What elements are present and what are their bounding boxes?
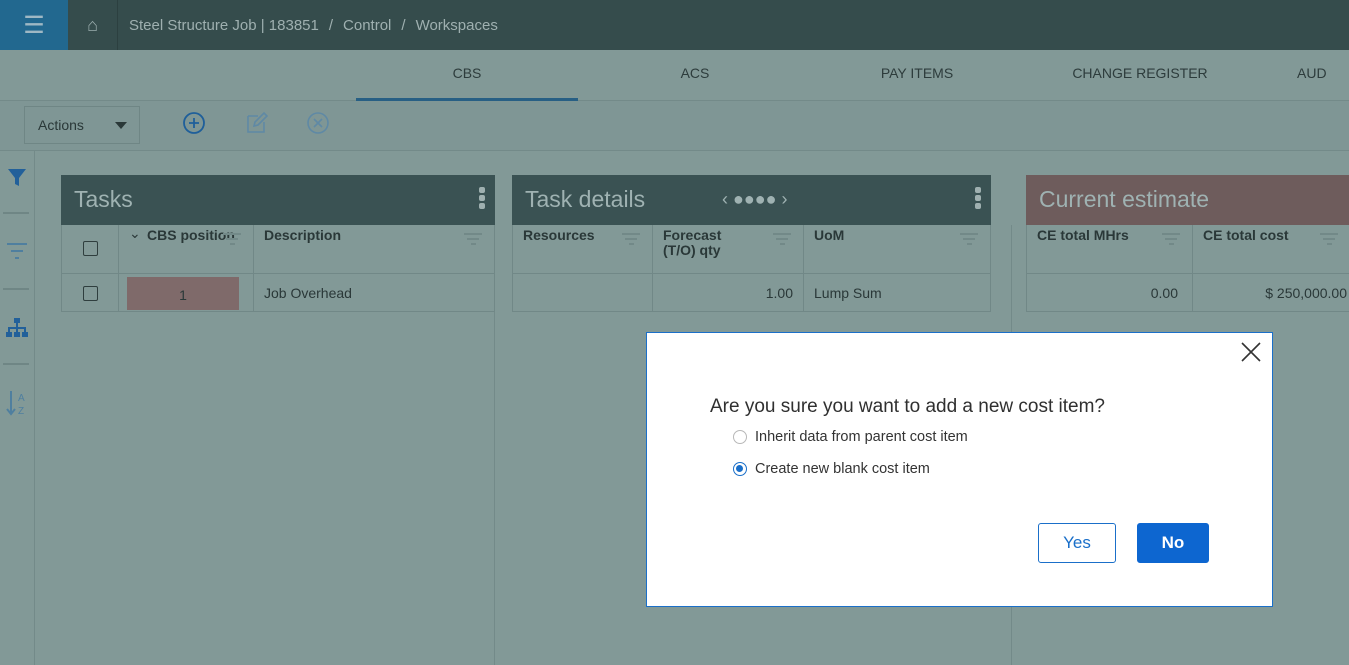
tasks-panel: Tasks ⌄ CBS position 1 Description Job Ov… (61, 175, 495, 312)
tab-audit[interactable]: AUD (1250, 50, 1349, 101)
actions-dropdown[interactable]: Actions (24, 106, 140, 144)
radio-create-blank[interactable] (733, 462, 747, 476)
home-button[interactable]: ⌂ (68, 0, 118, 50)
uom-cell[interactable]: Lump Sum (804, 274, 990, 312)
filter-icon[interactable] (622, 233, 640, 248)
filter-icon[interactable] (1320, 233, 1338, 248)
breadcrumb-separator: / (401, 16, 406, 34)
description-cell[interactable]: Job Overhead (254, 274, 494, 312)
ce-total-mhrs-cell[interactable]: 0.00 (1027, 274, 1192, 312)
filter-icon[interactable] (464, 233, 482, 248)
breadcrumb-workspaces[interactable]: Workspaces (416, 17, 498, 34)
svg-text:A: A (18, 393, 25, 404)
column-header-description[interactable]: Description (254, 225, 494, 274)
forecast-qty-cell[interactable]: 1.00 (653, 274, 803, 312)
tab-change-register[interactable]: CHANGE REGISTER (1029, 50, 1251, 101)
toolbar: Actions (0, 101, 1349, 151)
panel-title: Tasks (74, 186, 133, 212)
actions-label: Actions (38, 117, 84, 133)
filter-icon[interactable] (5, 166, 29, 190)
radio-inherit[interactable] (733, 430, 747, 444)
row-checkbox[interactable] (82, 286, 98, 301)
tab-acs[interactable]: ACS (584, 50, 806, 101)
breadcrumb-job[interactable]: Steel Structure Job | 183851 (129, 17, 319, 34)
breadcrumb: Steel Structure Job | 183851 / Control /… (118, 17, 498, 34)
tab-cbs[interactable]: CBS (356, 50, 578, 101)
more-icon[interactable] (975, 187, 981, 211)
menu-button[interactable]: ☰ (0, 0, 68, 50)
panel-header: Task details ‹ ●●●● › (512, 175, 991, 225)
current-estimate-panel: Current estimate CE total MHrs 0.00 CE t… (1026, 175, 1349, 312)
option-create-blank[interactable]: Create new blank cost item (733, 461, 930, 477)
close-icon[interactable] (1240, 341, 1262, 363)
pager[interactable]: ‹ ●●●● › (722, 175, 787, 223)
side-toolbar: AZ (0, 151, 35, 665)
panel-header: Tasks (61, 175, 495, 225)
filter-icon[interactable] (1162, 233, 1180, 248)
confirm-dialog: Are you sure you want to add a new cost … (646, 332, 1273, 607)
filter-lines-icon[interactable] (5, 239, 29, 263)
column-header-ce-total-cost[interactable]: CE total cost (1193, 225, 1349, 274)
svg-text:Z: Z (18, 406, 24, 417)
cbs-position-cell[interactable]: 1 (127, 277, 239, 310)
yes-button[interactable]: Yes (1038, 523, 1116, 563)
column-header-cbs-position[interactable]: ⌄ CBS position (119, 225, 253, 274)
collapse-icon[interactable]: ⌄ (129, 226, 141, 241)
select-all-checkbox[interactable] (82, 241, 98, 256)
task-details-panel: Task details ‹ ●●●● › Resources Forecast … (512, 175, 991, 312)
breadcrumb-separator: / (328, 16, 334, 34)
delete-icon[interactable] (306, 111, 330, 135)
top-bar: ☰ ⌂ Steel Structure Job | 183851 / Contr… (0, 0, 1349, 50)
column-header-forecast-qty[interactable]: Forecast (T/O) qty (653, 225, 803, 274)
chevron-down-icon (115, 122, 127, 135)
breadcrumb-control[interactable]: Control (343, 17, 391, 34)
ce-total-cost-cell[interactable]: $ 250,000.00 (1193, 274, 1349, 312)
tab-bar: CBS ACS PAY ITEMS CHANGE REGISTER AUD (0, 50, 1349, 101)
column-header-ce-total-mhrs[interactable]: CE total MHrs (1027, 225, 1192, 274)
add-icon[interactable] (182, 111, 206, 135)
panel-header: Current estimate (1026, 175, 1349, 225)
resources-cell[interactable] (513, 274, 652, 312)
dialog-question: Are you sure you want to add a new cost … (710, 396, 1105, 417)
no-button[interactable]: No (1137, 523, 1209, 563)
tab-pay-items[interactable]: PAY ITEMS (806, 50, 1028, 101)
home-icon: ⌂ (87, 14, 98, 35)
filter-icon[interactable] (773, 233, 791, 248)
column-header-uom[interactable]: UoM (804, 225, 990, 274)
filter-icon[interactable] (223, 233, 241, 248)
column-header-resources[interactable]: Resources (513, 225, 652, 274)
option-inherit[interactable]: Inherit data from parent cost item (733, 429, 968, 445)
more-icon[interactable] (479, 187, 485, 211)
filter-icon[interactable] (960, 233, 978, 248)
sort-az-icon[interactable]: AZ (5, 389, 29, 417)
hierarchy-icon[interactable] (5, 316, 29, 340)
panel-title: Task details (525, 186, 646, 212)
panel-title: Current estimate (1039, 186, 1210, 212)
edit-icon[interactable] (245, 111, 269, 135)
